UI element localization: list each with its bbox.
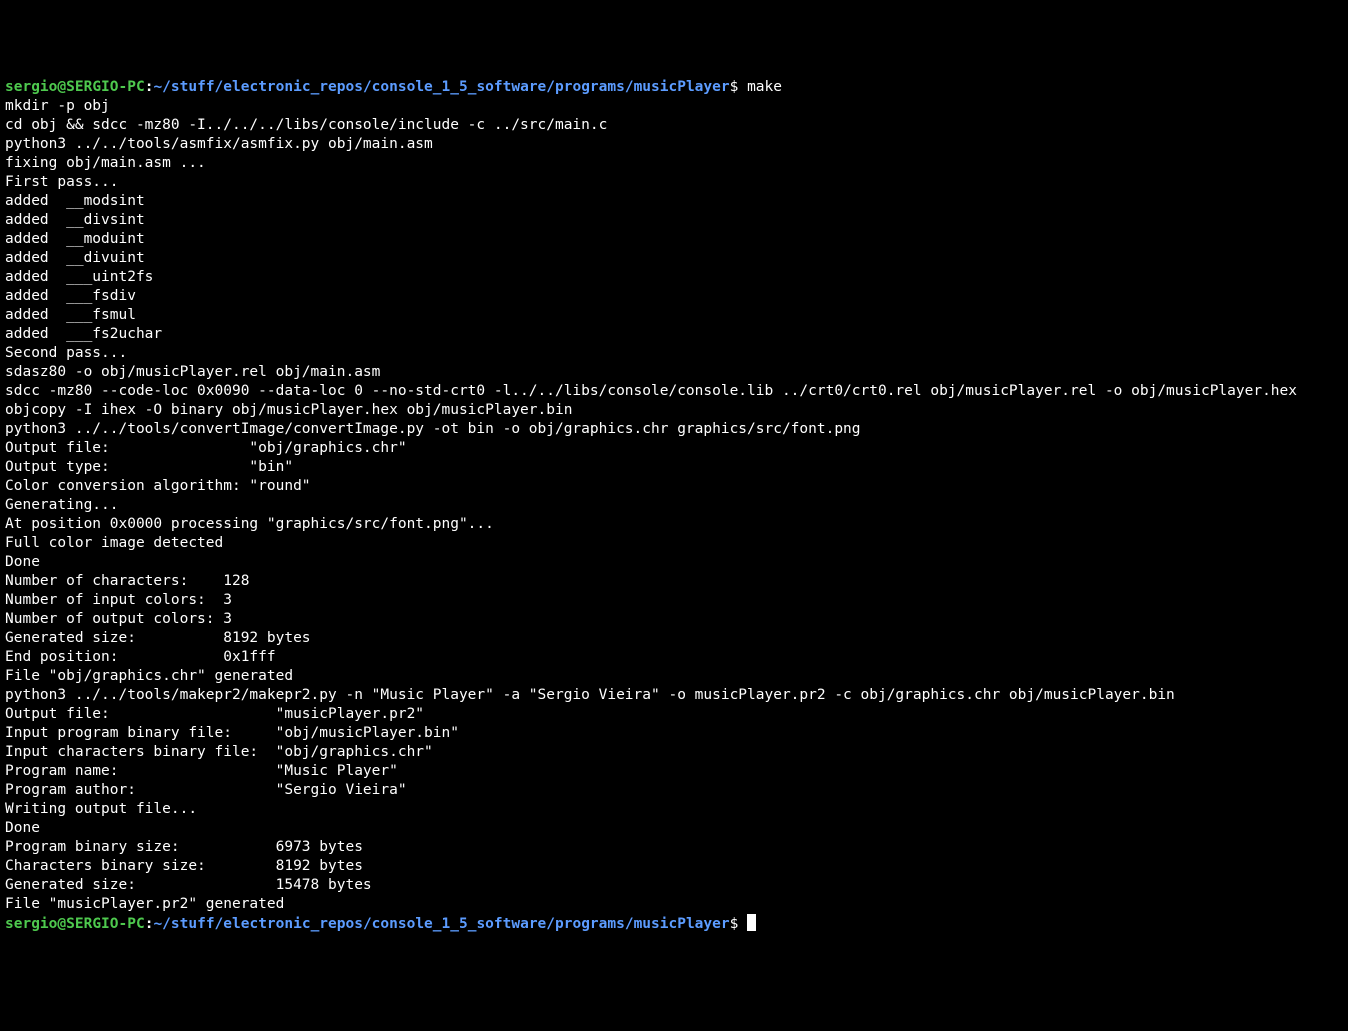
command-input[interactable] xyxy=(738,916,747,932)
output-line: At position 0x0000 processing "graphics/… xyxy=(5,515,1343,534)
output-line: sdasz80 -o obj/musicPlayer.rel obj/main.… xyxy=(5,363,1343,382)
output-line: Writing output file... xyxy=(5,800,1343,819)
prompt-host: SERGIO-PC xyxy=(66,916,145,932)
prompt-path: ~/stuff/electronic_repos/console_1_5_sof… xyxy=(153,916,729,932)
output-line: python3 ../../tools/makepr2/makepr2.py -… xyxy=(5,686,1343,705)
prompt-at: @ xyxy=(57,79,66,95)
output-line: added __moduint xyxy=(5,230,1343,249)
output-line: added ___fsmul xyxy=(5,306,1343,325)
output-line: Second pass... xyxy=(5,344,1343,363)
output-line: Full color image detected xyxy=(5,534,1343,553)
output-line: Number of characters: 128 xyxy=(5,572,1343,591)
output-line: First pass... xyxy=(5,173,1343,192)
prompt-line-1: sergio@SERGIO-PC:~/stuff/electronic_repo… xyxy=(5,78,1343,97)
output-line: Program name: "Music Player" xyxy=(5,762,1343,781)
output-line: added ___fs2uchar xyxy=(5,325,1343,344)
prompt-colon: : xyxy=(145,916,154,932)
prompt-line-2: sergio@SERGIO-PC:~/stuff/electronic_repo… xyxy=(5,914,1343,934)
output-line: added __modsint xyxy=(5,192,1343,211)
output-line: Program binary size: 6973 bytes xyxy=(5,838,1343,857)
output-line: cd obj && sdcc -mz80 -I../../../libs/con… xyxy=(5,116,1343,135)
cursor xyxy=(747,914,756,931)
output-line: Input characters binary file: "obj/graph… xyxy=(5,743,1343,762)
output-line: added ___uint2fs xyxy=(5,268,1343,287)
output-line: Generating... xyxy=(5,496,1343,515)
prompt-user: sergio xyxy=(5,79,57,95)
output-line: mkdir -p obj xyxy=(5,97,1343,116)
output-line: Number of input colors: 3 xyxy=(5,591,1343,610)
output-line: Output type: "bin" xyxy=(5,458,1343,477)
output-line: Done xyxy=(5,553,1343,572)
output-line: python3 ../../tools/asmfix/asmfix.py obj… xyxy=(5,135,1343,154)
prompt-dollar: $ xyxy=(730,916,739,932)
output-line: Output file: "obj/graphics.chr" xyxy=(5,439,1343,458)
prompt-path: ~/stuff/electronic_repos/console_1_5_sof… xyxy=(153,79,729,95)
prompt-host: SERGIO-PC xyxy=(66,79,145,95)
command-text: make xyxy=(738,79,782,95)
output-line: fixing obj/main.asm ... xyxy=(5,154,1343,173)
output-line: python3 ../../tools/convertImage/convert… xyxy=(5,420,1343,439)
output-line: File "musicPlayer.pr2" generated xyxy=(5,895,1343,914)
prompt-user: sergio xyxy=(5,916,57,932)
output-line: Generated size: 15478 bytes xyxy=(5,876,1343,895)
output-line: File "obj/graphics.chr" generated xyxy=(5,667,1343,686)
output-line: added __divuint xyxy=(5,249,1343,268)
output-line: added ___fsdiv xyxy=(5,287,1343,306)
output-line: Output file: "musicPlayer.pr2" xyxy=(5,705,1343,724)
output-line: Input program binary file: "obj/musicPla… xyxy=(5,724,1343,743)
output-line: End position: 0x1fff xyxy=(5,648,1343,667)
output-line: Characters binary size: 8192 bytes xyxy=(5,857,1343,876)
output-line: Number of output colors: 3 xyxy=(5,610,1343,629)
output-line: added __divsint xyxy=(5,211,1343,230)
output-line: sdcc -mz80 --code-loc 0x0090 --data-loc … xyxy=(5,382,1343,401)
output-line: Generated size: 8192 bytes xyxy=(5,629,1343,648)
output-line: objcopy -I ihex -O binary obj/musicPlaye… xyxy=(5,401,1343,420)
output-line: Color conversion algorithm: "round" xyxy=(5,477,1343,496)
output-line: Done xyxy=(5,819,1343,838)
prompt-at: @ xyxy=(57,916,66,932)
terminal-output[interactable]: sergio@SERGIO-PC:~/stuff/electronic_repo… xyxy=(5,78,1343,934)
output-line: Program author: "Sergio Vieira" xyxy=(5,781,1343,800)
